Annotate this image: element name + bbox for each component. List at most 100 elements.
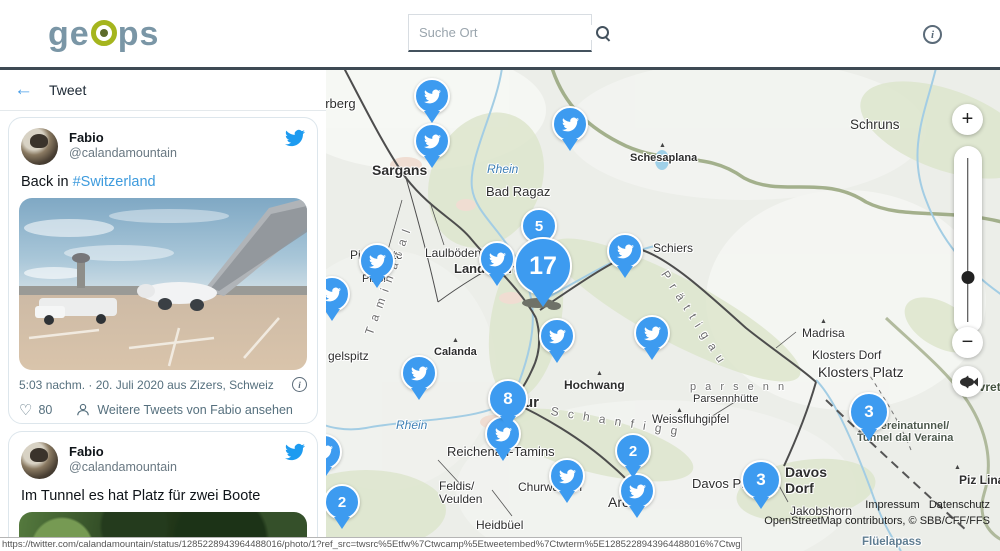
map-label: Flüelapass <box>862 536 921 548</box>
pin-circle <box>414 78 450 114</box>
tweet-sidebar: ← Tweet Fabio @calandamountain Back in #… <box>0 70 326 551</box>
twitter-bird-icon <box>326 286 341 303</box>
tweet-marker-pin[interactable] <box>414 123 450 159</box>
twitter-bird-icon <box>411 365 428 382</box>
tweet-cluster-pin[interactable]: 2 <box>326 484 360 520</box>
tweet-marker-pin[interactable] <box>479 241 515 277</box>
tweet-marker-pin[interactable] <box>359 243 395 279</box>
pin-tail <box>326 467 332 479</box>
peak-icon: ▲ <box>820 318 827 325</box>
map-label: Rhein <box>396 418 427 432</box>
map-label: Sargans <box>372 162 427 178</box>
pin-tail <box>562 139 578 151</box>
heart-icon[interactable]: ♡ <box>19 401 32 419</box>
tweet-marker-pin[interactable] <box>619 473 655 509</box>
search-box[interactable] <box>408 14 592 52</box>
map-label: Schruns <box>850 117 900 132</box>
tweet-photo-airport[interactable] <box>19 198 307 370</box>
tweet-card[interactable]: Fabio @calandamountain Im Tunnel es hat … <box>8 431 318 551</box>
pin-circle <box>619 473 655 509</box>
tweet-marker-pin[interactable] <box>326 434 342 470</box>
map-attribution: Impressum Datenschutz <box>865 499 990 511</box>
tweet-author-name[interactable]: Fabio <box>69 444 104 459</box>
peak-icon: ▲ <box>452 337 459 344</box>
tweet-text: Im Tunnel es hat Platz für zwei Boote <box>21 488 307 504</box>
tweet-header: Fabio @calandamountain <box>19 128 307 166</box>
avatar[interactable] <box>21 442 58 479</box>
person-icon[interactable] <box>76 403 90 417</box>
zoom-out-button[interactable]: − <box>952 327 983 358</box>
search-input[interactable] <box>419 25 595 40</box>
sidebar-title: Tweet <box>49 82 86 98</box>
cluster-count: 2 <box>338 494 346 511</box>
back-arrow-icon[interactable]: ← <box>14 79 33 101</box>
fish-icon <box>958 375 978 389</box>
map-label: Bad Ragaz <box>486 184 550 199</box>
map-label: erberg <box>326 96 356 111</box>
map-label: Klosters Dorf <box>812 348 881 362</box>
map-label: gelspitz <box>328 349 369 363</box>
pin-tail <box>861 429 877 441</box>
pin-tail <box>532 291 554 307</box>
pin-circle <box>326 276 350 312</box>
hashtag-link[interactable]: #Switzerland <box>73 174 156 190</box>
pin-tail <box>625 466 641 478</box>
tweet-info-icon[interactable]: i <box>292 377 307 392</box>
avatar[interactable] <box>21 128 58 165</box>
peak-icon: ▲ <box>954 464 961 471</box>
pin-tail <box>559 491 575 503</box>
tweet-marker-pin[interactable] <box>539 318 575 354</box>
zoom-in-button[interactable]: + <box>952 104 983 135</box>
tweet-cluster-pin[interactable]: 2 <box>615 433 651 469</box>
pin-tail <box>495 449 511 461</box>
tweet-header: Fabio @calandamountain <box>19 442 307 480</box>
map-label: Dorf <box>785 480 814 496</box>
twitter-bird-icon <box>369 253 386 270</box>
tweet-cluster-pin[interactable]: 3 <box>741 460 781 500</box>
link-preview-status-bar: https://twitter.com/calandamountain/stat… <box>0 537 742 551</box>
info-icon[interactable]: i <box>923 25 942 44</box>
pin-tail <box>644 348 660 360</box>
tweet-cluster-pin[interactable]: 3 <box>849 392 889 432</box>
tweet-card[interactable]: Fabio @calandamountain Back in #Switzerl… <box>8 117 318 424</box>
map-canvas[interactable]: erberg Sargans Rhein Bad Ragaz Schruns Schesa… <box>326 70 1000 551</box>
zoom-slider[interactable] <box>954 146 982 334</box>
pin-circle <box>414 123 450 159</box>
tweet-timestamp[interactable]: 5:03 nachm. · 20. Juli 2020 aus Zizers, … <box>19 378 274 392</box>
tweet-author-name[interactable]: Fabio <box>69 130 104 145</box>
more-tweets-link[interactable]: Weitere Tweets von Fabio ansehen <box>97 403 293 417</box>
tweet-author-handle[interactable]: @calandamountain <box>69 146 177 160</box>
map-label: Schiers <box>653 241 693 255</box>
pin-circle <box>326 434 342 470</box>
datenschutz-link[interactable]: Datenschutz <box>929 499 990 511</box>
twitter-icon[interactable] <box>285 442 305 462</box>
like-count[interactable]: 80 <box>38 403 52 417</box>
impressum-link[interactable]: Impressum <box>865 499 919 511</box>
pin-circle: 17 <box>514 237 572 295</box>
cluster-count: 8 <box>503 389 512 409</box>
tweet-marker-pin[interactable] <box>549 458 585 494</box>
tweet-marker-pin[interactable] <box>401 355 437 391</box>
pin-tail <box>629 506 645 518</box>
tweet-marker-pin[interactable] <box>414 78 450 114</box>
tweet-marker-pin[interactable] <box>326 276 350 312</box>
tweet-cluster-pin[interactable]: 8 <box>488 379 528 419</box>
twitter-bird-icon <box>562 116 579 133</box>
sidebar-header: ← Tweet <box>0 70 326 111</box>
tweet-marker-pin[interactable] <box>552 106 588 142</box>
tweet-author-handle[interactable]: @calandamountain <box>69 460 177 474</box>
tweet-marker-pin[interactable] <box>634 315 670 351</box>
twitter-icon[interactable] <box>285 128 305 148</box>
pin-tail <box>753 497 769 509</box>
fish-layer-button[interactable] <box>952 366 983 397</box>
pin-tail <box>334 517 350 529</box>
tweet-cluster-pin[interactable]: 17 <box>514 237 572 295</box>
pin-tail <box>617 266 633 278</box>
pin-circle <box>634 315 670 351</box>
map-label: Feldis/ <box>439 479 474 493</box>
zoom-slider-track <box>967 158 969 322</box>
zoom-slider-handle[interactable] <box>961 271 974 284</box>
tweet-marker-pin[interactable] <box>607 233 643 269</box>
map-label: Schesaplana <box>630 152 697 164</box>
geops-logo[interactable]: geps <box>48 16 159 52</box>
